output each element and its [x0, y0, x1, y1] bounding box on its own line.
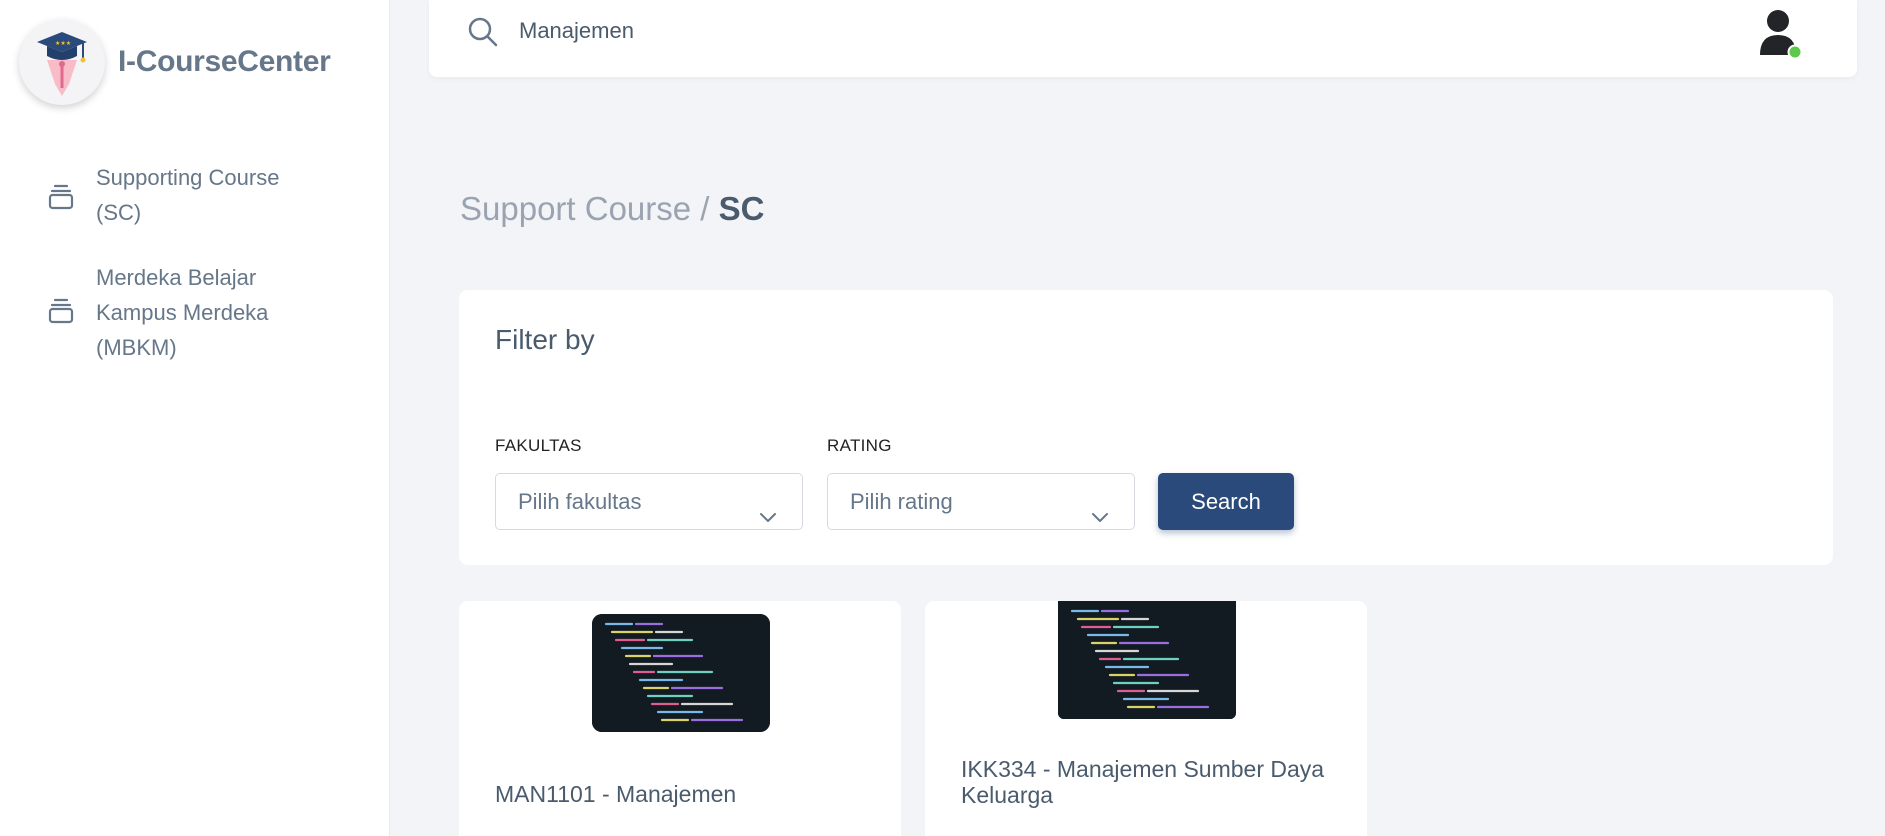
filter-card: Filter by FAKULTAS Pilih fakultas RATING…: [459, 290, 1833, 565]
chevron-down-icon: [1090, 492, 1110, 547]
rating-label: RATING: [827, 436, 892, 455]
fakultas-select[interactable]: Pilih fakultas: [495, 473, 803, 530]
course-card[interactable]: MAN1101 - Manajemen: [459, 601, 901, 836]
search-icon[interactable]: [466, 15, 500, 54]
filter-title: Filter by: [495, 324, 595, 355]
sidebar: ★★★ I-CourseCenter Supporting Course (SC…: [0, 0, 390, 836]
search-button[interactable]: Search: [1158, 473, 1294, 530]
fakultas-select-value: Pilih fakultas: [518, 489, 642, 514]
breadcrumb: Support Course / SC: [460, 190, 764, 228]
stack-icon: [48, 296, 78, 329]
svg-text:★★★: ★★★: [55, 40, 71, 47]
app-name: I-CourseCenter: [118, 45, 331, 78]
fakultas-label: FAKULTAS: [495, 436, 582, 455]
rating-select-value: Pilih rating: [850, 489, 953, 514]
user-avatar[interactable]: [1759, 8, 1805, 60]
rating-select[interactable]: Pilih rating: [827, 473, 1135, 530]
sidebar-item-supporting-course[interactable]: Supporting Course (SC): [48, 160, 348, 230]
sidebar-item-mbkm[interactable]: Merdeka Belajar Kampus Merdeka (MBKM): [48, 260, 348, 365]
breadcrumb-parent[interactable]: Support Course /: [460, 190, 719, 227]
course-title: MAN1101 - Manajemen: [495, 781, 737, 807]
stack-icon: [48, 182, 78, 215]
course-thumbnail: [592, 614, 770, 732]
course-card[interactable]: IKK334 - Manajemen Sumber Daya Keluarga: [925, 601, 1367, 836]
search-input[interactable]: [519, 16, 1119, 46]
breadcrumb-current: SC: [718, 190, 765, 227]
chevron-down-icon: [758, 492, 778, 547]
app-logo[interactable]: ★★★ I-CourseCenter: [19, 19, 331, 105]
course-thumbnail: [1058, 601, 1236, 719]
sidebar-item-label: Merdeka Belajar Kampus Merdeka (MBKM): [96, 265, 269, 360]
top-bar: [429, 0, 1857, 77]
course-title: IKK334 - Manajemen Sumber Daya Keluarga: [961, 756, 1325, 808]
graduation-cap-logo-icon: ★★★: [19, 19, 105, 105]
sidebar-nav: Supporting Course (SC) Merdeka Belajar K…: [48, 160, 348, 395]
sidebar-item-label: Supporting Course (SC): [96, 165, 280, 225]
